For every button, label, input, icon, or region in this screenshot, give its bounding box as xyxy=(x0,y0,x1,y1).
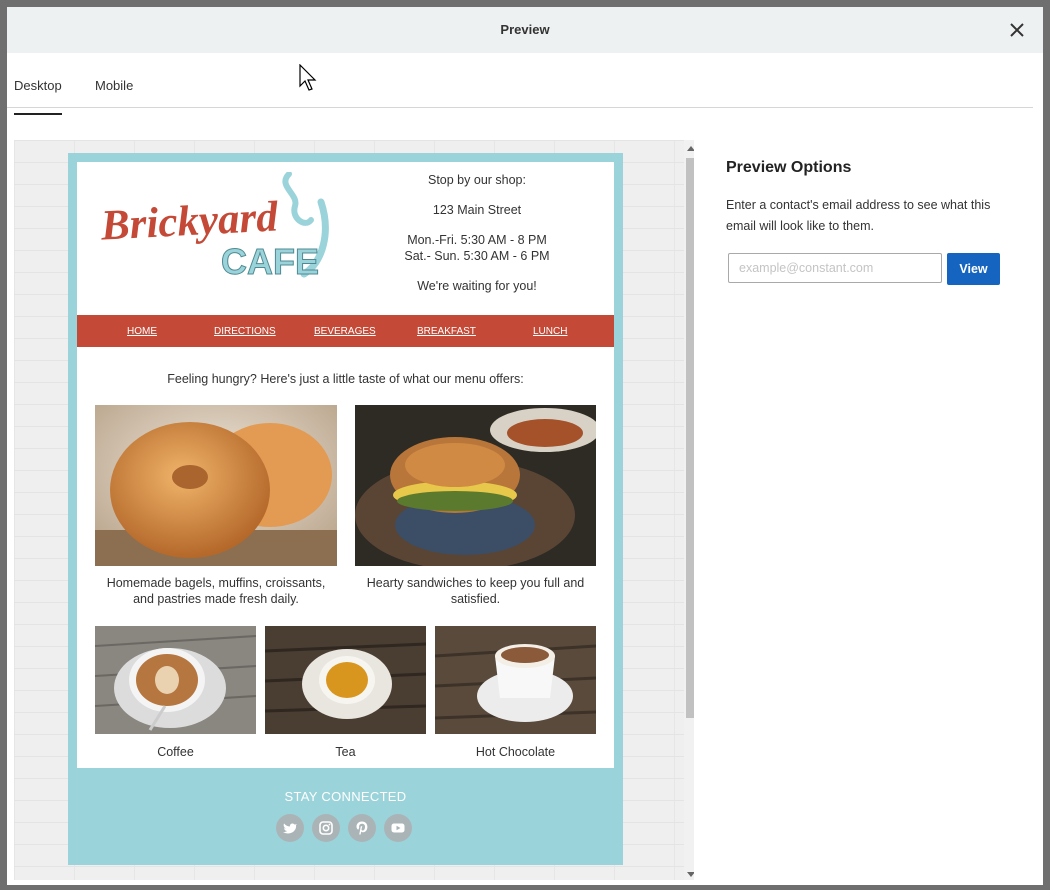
sandwich-caption: Hearty sandwiches to keep you full and s… xyxy=(366,576,585,606)
hot-chocolate-photo xyxy=(435,626,596,734)
nav-link-lunch[interactable]: LUNCH xyxy=(533,326,567,337)
preview-options-title: Preview Options xyxy=(726,159,852,176)
mouse-cursor-icon xyxy=(299,64,317,91)
nav-link-beverages[interactable]: BEVERAGES xyxy=(314,326,376,337)
tea-caption: Tea xyxy=(335,745,356,759)
youtube-icon[interactable] xyxy=(384,814,412,842)
view-button[interactable]: View xyxy=(947,253,1000,285)
nav-link-directions[interactable]: DIRECTIONS xyxy=(214,326,276,337)
email-content: Brickyard CAFE Stop by our shop: 123 Mai… xyxy=(77,162,614,768)
stay-connected-heading: STAY CONNECTED xyxy=(284,789,407,804)
scroll-up-arrow-icon[interactable] xyxy=(687,146,694,151)
coffee-caption: Coffee xyxy=(157,745,194,759)
shop-hours-weekend: Sat.- Sun. 5:30 AM - 6 PM xyxy=(404,249,550,263)
modal-title: Preview xyxy=(500,22,550,37)
coffee-photo xyxy=(95,626,256,734)
scroll-down-arrow-icon[interactable] xyxy=(687,872,694,877)
email-body: Brickyard CAFE Stop by our shop: 123 Mai… xyxy=(68,153,623,865)
tab-mobile[interactable]: Mobile xyxy=(95,78,133,113)
email-preview-frame: Brickyard CAFE Stop by our shop: 123 Mai… xyxy=(14,140,694,880)
contact-email-input[interactable] xyxy=(728,253,942,283)
email-nav-bar: HOME DIRECTIONS BEVERAGES BREAKFAST LUNC… xyxy=(77,315,614,347)
preview-options-description: Enter a contact's email address to see w… xyxy=(726,198,991,233)
shop-hours-weekday: Mon.-Fri. 5:30 AM - 8 PM xyxy=(407,233,547,247)
preview-scrollbar[interactable] xyxy=(684,140,694,880)
shop-tagline: We're waiting for you! xyxy=(417,279,537,293)
shop-heading: Stop by our shop: xyxy=(428,173,526,187)
shop-address: 123 Main Street xyxy=(432,203,522,217)
bagels-photo xyxy=(95,405,337,566)
intro-text: Feeling hungry? Here's just a little tas… xyxy=(167,372,524,386)
bagels-caption: Homemade bagels, muffins, croissants, an… xyxy=(106,576,326,606)
brickyard-cafe-logo: Brickyard CAFE xyxy=(99,172,329,282)
twitter-icon[interactable] xyxy=(276,814,304,842)
shop-info: Stop by our shop: 123 Main Street Mon.-F… xyxy=(377,172,577,308)
nav-link-breakfast[interactable]: BREAKFAST xyxy=(417,326,476,337)
modal-header: Preview xyxy=(7,7,1043,53)
preview-modal: Preview Desktop Mobile Brickyard CAFE St… xyxy=(7,7,1043,885)
hot-chocolate-caption: Hot Chocolate xyxy=(475,745,556,759)
preview-options-panel: Preview Options Enter a contact's email … xyxy=(726,159,1016,285)
tab-desktop[interactable]: Desktop xyxy=(14,78,62,115)
svg-text:CAFE: CAFE xyxy=(221,241,319,282)
instagram-icon[interactable] xyxy=(312,814,340,842)
nav-link-home[interactable]: HOME xyxy=(127,326,157,337)
scroll-thumb[interactable] xyxy=(686,158,694,718)
pinterest-icon[interactable] xyxy=(348,814,376,842)
tea-photo xyxy=(265,626,426,734)
sandwich-photo xyxy=(355,405,596,566)
preview-tabs: Desktop Mobile xyxy=(7,53,1033,115)
close-icon[interactable] xyxy=(1007,20,1027,40)
